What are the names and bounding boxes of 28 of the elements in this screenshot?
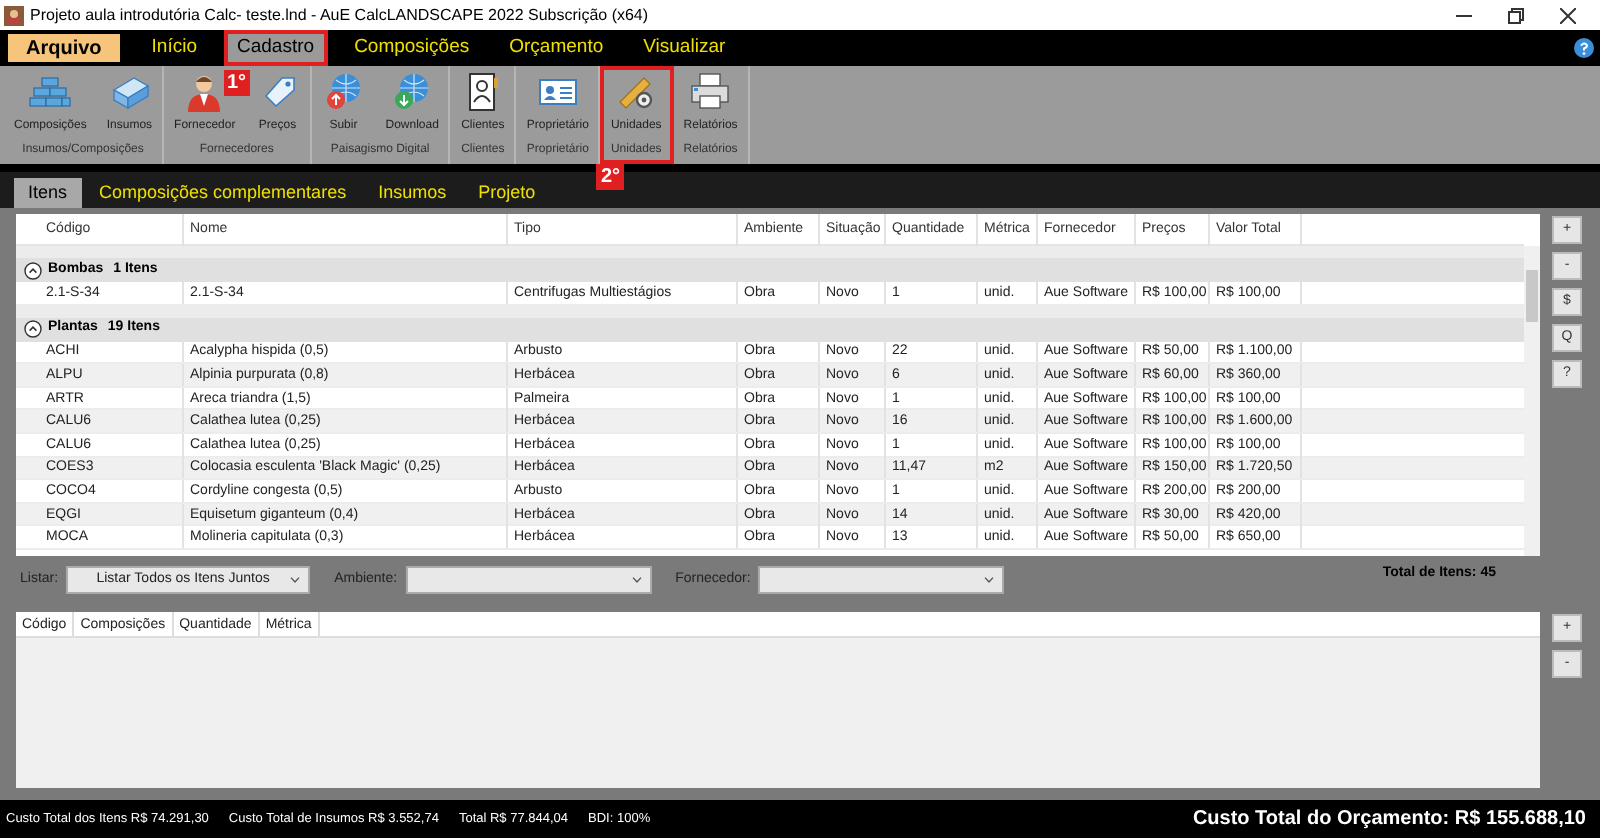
budget-total: Custo Total do Orçamento: R$ 155.688,10 [1192,806,1586,834]
app-icon [4,5,24,25]
scrollbar[interactable] [1524,246,1540,556]
step-badge: 1° [223,70,251,96]
collapse-icon[interactable] [24,320,42,339]
dropdown-caret-icon [290,576,301,584]
globe-upload-icon [321,72,366,112]
step-badge: 2° [596,164,624,190]
printer-icon [688,72,733,112]
menu-tab[interactable]: Composições [340,30,484,66]
dropdown-caret-icon [984,576,995,584]
document-tab[interactable]: Projeto [464,178,550,208]
collapse-icon[interactable] [24,261,42,279]
help-icon[interactable] [1574,38,1594,58]
restore-icon[interactable] [1508,7,1524,23]
menu-tab[interactable]: Visualizar [629,30,740,66]
file-menu-tab[interactable]: Arquivo [8,34,120,62]
brick-icon [107,72,152,112]
bricks-icon [28,72,73,112]
menu-tab[interactable]: Início [137,30,211,66]
menu-tab[interactable]: Orçamento [495,30,618,66]
window-title: Projeto aula introdutória Calc- teste.lnd - AuE CalcLANDSCAPE 2022 Subscrição (x64) [30,3,649,27]
close-icon[interactable] [1560,7,1576,23]
document-tab[interactable]: Itens [14,178,82,208]
document-tab[interactable]: Composições complementares [85,178,361,208]
document-tab[interactable]: Insumos [364,178,461,208]
menu-tab[interactable]: Cadastro [223,30,329,66]
dropdown-caret-icon [631,576,642,584]
